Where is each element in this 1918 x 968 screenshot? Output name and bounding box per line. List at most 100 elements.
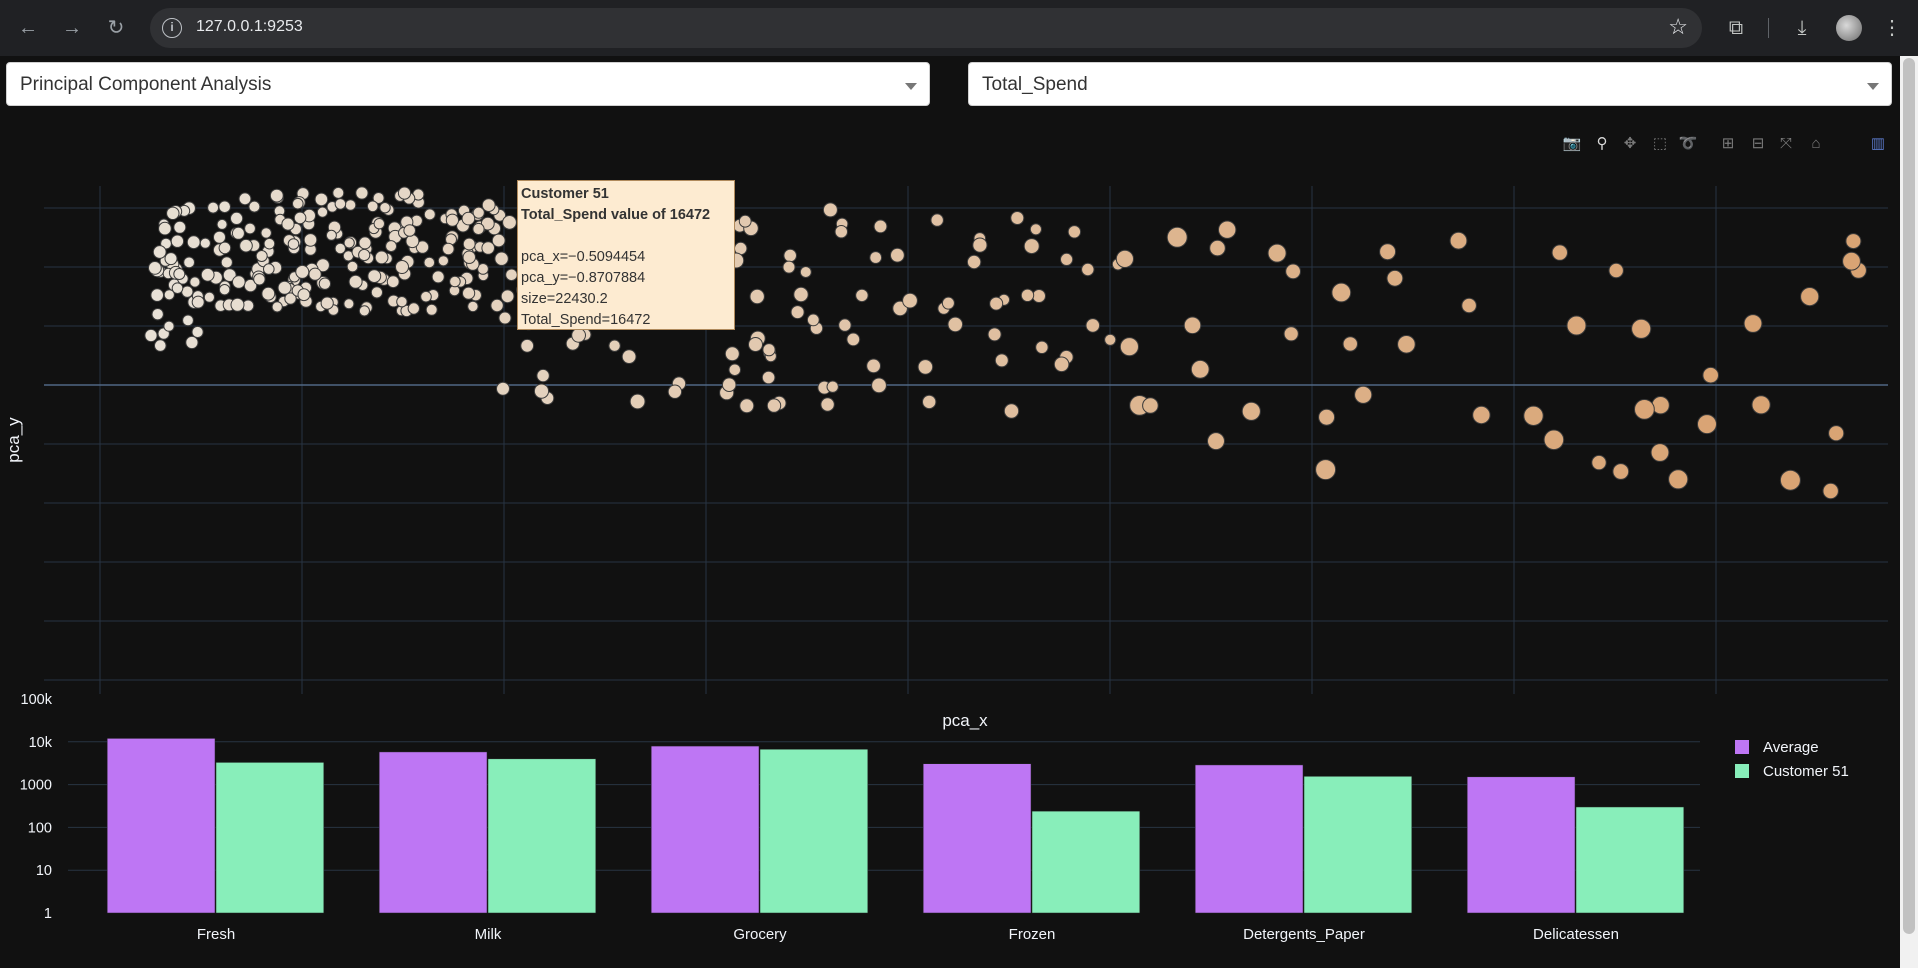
scatter-point[interactable]: [1842, 251, 1861, 271]
scatter-point[interactable]: [239, 238, 253, 253]
scatter-point[interactable]: [442, 242, 455, 256]
scatter-point[interactable]: [1743, 314, 1763, 333]
scatter-point[interactable]: [1315, 459, 1337, 481]
scatter-point[interactable]: [721, 377, 737, 393]
scatter-point[interactable]: [1608, 262, 1624, 279]
scatter-point[interactable]: [739, 398, 755, 414]
scatter-point[interactable]: [481, 198, 496, 212]
scatter-point[interactable]: [1697, 414, 1717, 435]
scatter-point[interactable]: [148, 261, 162, 275]
scatter-point[interactable]: [423, 256, 436, 269]
scatter-point[interactable]: [987, 327, 1002, 342]
scatter-point[interactable]: [171, 282, 184, 294]
scatter-point[interactable]: [790, 305, 805, 320]
scatter-point[interactable]: [277, 280, 292, 295]
scatter-point[interactable]: [1543, 429, 1565, 451]
scatter-point[interactable]: [332, 186, 345, 199]
scatter-point[interactable]: [496, 381, 510, 396]
scatter-point[interactable]: [358, 248, 371, 262]
scatter-point[interactable]: [866, 358, 881, 374]
scatter-point[interactable]: [355, 186, 369, 200]
scatter-point[interactable]: [395, 260, 409, 274]
scatter-point[interactable]: [425, 303, 438, 316]
scatter-point[interactable]: [151, 308, 164, 321]
bar-average[interactable]: [378, 751, 488, 914]
scatter-point[interactable]: [344, 199, 357, 211]
scatter-point[interactable]: [941, 296, 955, 310]
scatter-point[interactable]: [218, 284, 231, 296]
scatter-point[interactable]: [608, 339, 621, 352]
scatter-point[interactable]: [1285, 263, 1301, 280]
legend-swatch[interactable]: [1735, 740, 1749, 754]
scatter-point[interactable]: [820, 397, 835, 412]
scatter-point[interactable]: [782, 260, 796, 274]
scatter-point[interactable]: [367, 269, 382, 284]
scatter-point[interactable]: [890, 247, 905, 263]
scatter-point[interactable]: [232, 275, 246, 289]
scatter-point[interactable]: [472, 222, 485, 236]
scatter-point[interactable]: [154, 339, 167, 352]
scatter-point[interactable]: [1085, 318, 1101, 333]
scatter-point[interactable]: [1029, 223, 1043, 236]
scatter-point[interactable]: [1472, 405, 1491, 425]
reset-axes-icon[interactable]: ⌂: [1804, 132, 1828, 156]
scatter-point[interactable]: [423, 208, 436, 221]
scatter-point[interactable]: [150, 288, 164, 302]
scatter-point[interactable]: [189, 276, 201, 288]
spend-comparison-bar-chart[interactable]: 1 10 100 1000 10k 100k Fresh Milk Grocery Frozen…: [0, 688, 1900, 968]
scatter-point[interactable]: [1342, 336, 1359, 352]
scatter-point[interactable]: [1142, 397, 1159, 414]
method-dropdown[interactable]: Principal Component Analysis: [6, 62, 930, 106]
bar-customer-51[interactable]: [1031, 810, 1141, 914]
scatter-point[interactable]: [1081, 262, 1095, 277]
scatter-point[interactable]: [498, 311, 512, 325]
scatter-point[interactable]: [462, 237, 476, 251]
scatter-point[interactable]: [738, 214, 752, 228]
scatter-point[interactable]: [191, 325, 204, 339]
scatter-point[interactable]: [1053, 356, 1070, 373]
scatter-point[interactable]: [218, 200, 231, 214]
scatter-point[interactable]: [373, 218, 385, 230]
scatter-point[interactable]: [1035, 340, 1049, 355]
scatter-point[interactable]: [253, 273, 266, 286]
scatter-point[interactable]: [185, 335, 199, 350]
zoom-icon[interactable]: ⚲: [1590, 132, 1614, 156]
scatter-point[interactable]: [248, 200, 261, 213]
scatter-point[interactable]: [917, 359, 934, 375]
scatter-point[interactable]: [374, 250, 389, 265]
scatter-point[interactable]: [994, 353, 1009, 368]
scatter-point[interactable]: [783, 248, 798, 263]
bar-customer-51[interactable]: [1303, 776, 1413, 914]
scatter-point[interactable]: [173, 220, 187, 234]
legend-swatch[interactable]: [1735, 764, 1749, 778]
scatter-points[interactable]: [144, 186, 1867, 500]
bar-marks[interactable]: [106, 738, 1685, 914]
scatter-point[interactable]: [989, 296, 1004, 311]
scatter-point[interactable]: [166, 206, 180, 221]
scatter-point[interactable]: [1104, 333, 1117, 346]
scatter-point[interactable]: [370, 286, 383, 299]
scatter-point[interactable]: [203, 291, 215, 303]
scatter-point[interactable]: [295, 264, 310, 279]
scatter-point[interactable]: [1822, 482, 1839, 500]
scatter-point[interactable]: [520, 338, 535, 353]
scatter-point[interactable]: [255, 250, 268, 262]
scatter-point[interactable]: [445, 213, 459, 227]
scatter-point[interactable]: [490, 298, 504, 313]
scatter-point[interactable]: [200, 267, 215, 282]
scatter-point[interactable]: [462, 250, 476, 264]
scatter-point[interactable]: [1634, 399, 1655, 420]
scatter-point[interactable]: [183, 256, 196, 269]
scatter-point[interactable]: [1190, 359, 1210, 379]
scatter-point[interactable]: [173, 268, 186, 280]
scatter-point[interactable]: [748, 337, 763, 352]
scatter-point[interactable]: [1631, 318, 1652, 339]
scatter-point[interactable]: [1386, 269, 1404, 287]
scatter-point[interactable]: [1828, 425, 1845, 442]
bar-average[interactable]: [1194, 764, 1304, 914]
scatter-point[interactable]: [749, 288, 765, 305]
scatter-point[interactable]: [1566, 315, 1587, 336]
scatter-point[interactable]: [1218, 220, 1237, 239]
scatter-point[interactable]: [536, 368, 550, 383]
scatter-point[interactable]: [1032, 289, 1046, 303]
